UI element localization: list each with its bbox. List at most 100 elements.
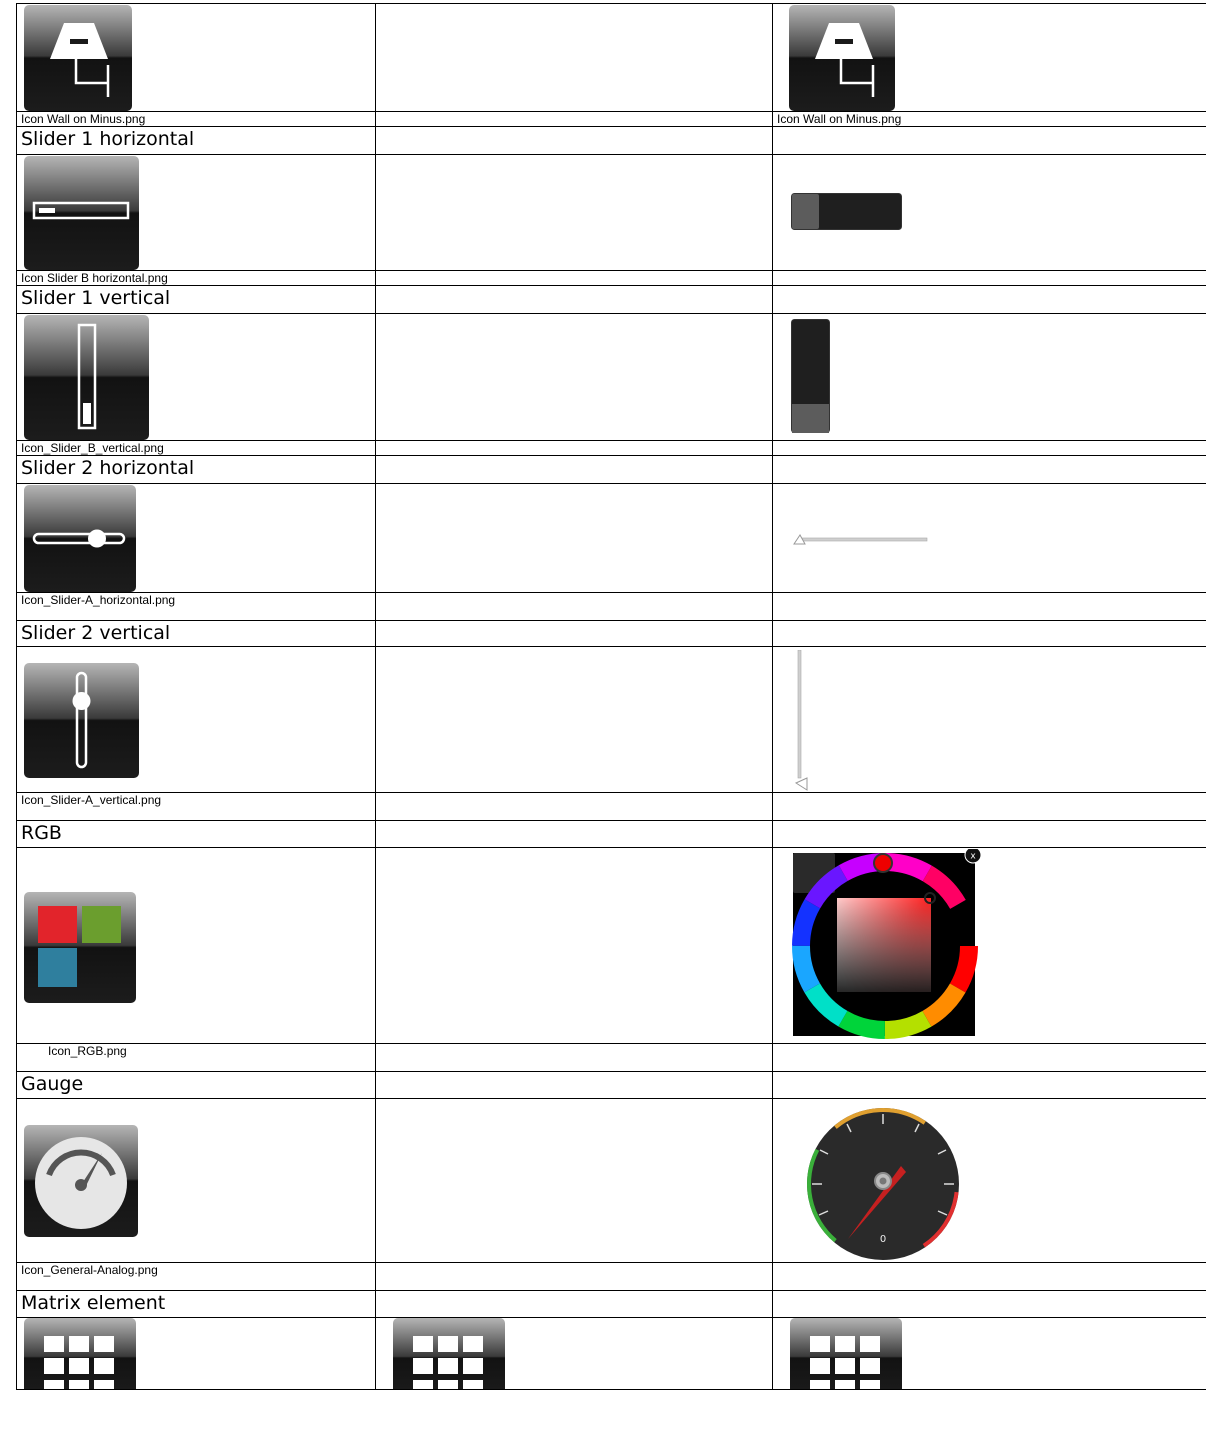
cell-empty <box>772 1071 1206 1099</box>
cell-empty <box>772 270 1206 286</box>
cell-empty <box>772 620 1206 647</box>
caption-cell: Icon_RGB.png <box>16 1043 376 1072</box>
icon-filename: Icon_Slider-A_horizontal.png <box>21 593 176 608</box>
cell-empty <box>375 483 773 593</box>
cell-empty <box>375 1043 773 1072</box>
cell-empty <box>375 270 773 286</box>
slider-horizontal-icon <box>24 156 139 270</box>
section-heading: RGB <box>21 822 62 844</box>
icon-filename: Icon_Slider_B_vertical.png <box>21 441 164 455</box>
cell-slider-a-v-icon <box>16 646 376 793</box>
cell-empty <box>772 820 1206 848</box>
rgb-icon <box>24 892 136 1003</box>
cell-empty <box>375 1262 773 1291</box>
cell-empty <box>375 313 773 441</box>
cell-slider-b-v-icon <box>16 313 376 441</box>
section-heading: Slider 1 horizontal <box>21 128 195 150</box>
cell-slider-a-h-preview <box>772 483 1206 593</box>
cell-slider-b-v-preview <box>772 313 1206 441</box>
cell-empty <box>375 111 773 127</box>
icon-filename: Icon_Slider-A_vertical.png <box>21 793 162 808</box>
slider-horizontal-preview[interactable] <box>791 193 903 231</box>
section-heading-cell: Slider 2 horizontal <box>16 455 376 484</box>
section-heading-cell: Matrix element <box>16 1290 376 1318</box>
cell-empty <box>375 792 773 821</box>
slider-a-horizontal-icon <box>24 485 136 592</box>
cell-gauge-preview: 0 <box>772 1098 1206 1263</box>
cell-empty <box>375 1098 773 1263</box>
cell-slider-a-v-preview <box>772 646 1206 793</box>
caption-cell: Icon Slider B horizontal.png <box>16 270 376 286</box>
cell-wall-icon-right <box>772 3 1206 112</box>
cell-empty <box>375 1071 773 1099</box>
cell-empty <box>772 285 1206 314</box>
matrix-icon <box>393 1318 505 1389</box>
icon-filename: Icon Wall on Minus.png <box>777 112 902 126</box>
cell-empty <box>375 3 773 112</box>
cell-empty <box>772 1290 1206 1318</box>
cell-empty <box>772 792 1206 821</box>
caption-cell: Icon Wall on Minus.png <box>772 111 1206 127</box>
close-icon: x <box>970 852 976 862</box>
cell-matrix-icon <box>772 1317 1206 1390</box>
cell-wall-icon <box>16 3 376 112</box>
gauge-zero-label: 0 <box>880 1234 886 1245</box>
section-heading-cell: Gauge <box>16 1071 376 1099</box>
cell-rgb-icon <box>16 847 376 1044</box>
slider-vertical-icon <box>24 315 149 440</box>
cell-rgb-picker: x <box>772 847 1206 1044</box>
cell-empty <box>772 592 1206 621</box>
section-heading-cell: Slider 1 vertical <box>16 285 376 314</box>
cell-empty <box>375 820 773 848</box>
cell-empty <box>375 1290 773 1318</box>
analog-gauge-icon <box>24 1125 138 1237</box>
cell-slider-a-h-icon <box>16 483 376 593</box>
cell-empty <box>772 126 1206 155</box>
slider-vertical-preview[interactable] <box>791 319 831 435</box>
section-heading: Matrix element <box>21 1292 166 1314</box>
cell-empty <box>375 620 773 647</box>
cell-empty <box>772 1262 1206 1291</box>
section-heading: Slider 1 vertical <box>21 287 171 309</box>
slider-a-vertical-preview[interactable] <box>791 650 815 793</box>
cell-matrix-icon <box>375 1317 773 1390</box>
slider-a-horizontal-preview[interactable] <box>791 532 931 548</box>
cell-empty <box>375 285 773 314</box>
section-heading: Slider 2 horizontal <box>21 457 195 479</box>
wall-on-minus-icon <box>789 5 895 111</box>
section-heading-cell: Slider 2 vertical <box>16 620 376 647</box>
slider-a-vertical-icon <box>24 663 139 778</box>
cell-empty <box>375 847 773 1044</box>
icon-filename: Icon Slider B horizontal.png <box>21 271 168 285</box>
section-heading-cell: Slider 1 horizontal <box>16 126 376 155</box>
caption-cell: Icon Wall on Minus.png <box>16 111 376 127</box>
section-heading: Gauge <box>21 1073 84 1095</box>
cell-matrix-icon <box>16 1317 376 1390</box>
cell-slider-b-h-preview <box>772 154 1206 271</box>
cell-empty <box>375 646 773 793</box>
caption-cell: Icon_General-Analog.png <box>16 1262 376 1291</box>
icon-filename: Icon_General-Analog.png <box>21 1263 158 1278</box>
caption-cell: Icon_Slider_B_vertical.png <box>16 440 376 456</box>
cell-gauge-icon <box>16 1098 376 1263</box>
cell-empty <box>375 455 773 484</box>
caption-cell: Icon_Slider-A_vertical.png <box>16 792 376 821</box>
cell-empty <box>772 455 1206 484</box>
icon-table: Icon Wall on Minus.png Icon Wall on Minu… <box>16 3 1206 1390</box>
wall-on-minus-icon <box>24 5 132 111</box>
icon-filename: Icon_RGB.png <box>48 1044 127 1059</box>
cell-empty <box>375 154 773 271</box>
section-heading: Slider 2 vertical <box>21 622 171 644</box>
cell-empty <box>772 440 1206 456</box>
gauge-preview[interactable]: 0 <box>788 1102 980 1263</box>
cell-empty <box>772 1043 1206 1072</box>
matrix-icon <box>790 1318 902 1389</box>
caption-cell: Icon_Slider-A_horizontal.png <box>16 592 376 621</box>
cell-empty <box>375 440 773 456</box>
color-picker[interactable]: x <box>790 849 982 1041</box>
cell-empty <box>375 592 773 621</box>
cell-empty <box>375 126 773 155</box>
cell-slider-b-h-icon <box>16 154 376 271</box>
section-heading-cell: RGB <box>16 820 376 848</box>
icon-filename: Icon Wall on Minus.png <box>21 112 146 126</box>
